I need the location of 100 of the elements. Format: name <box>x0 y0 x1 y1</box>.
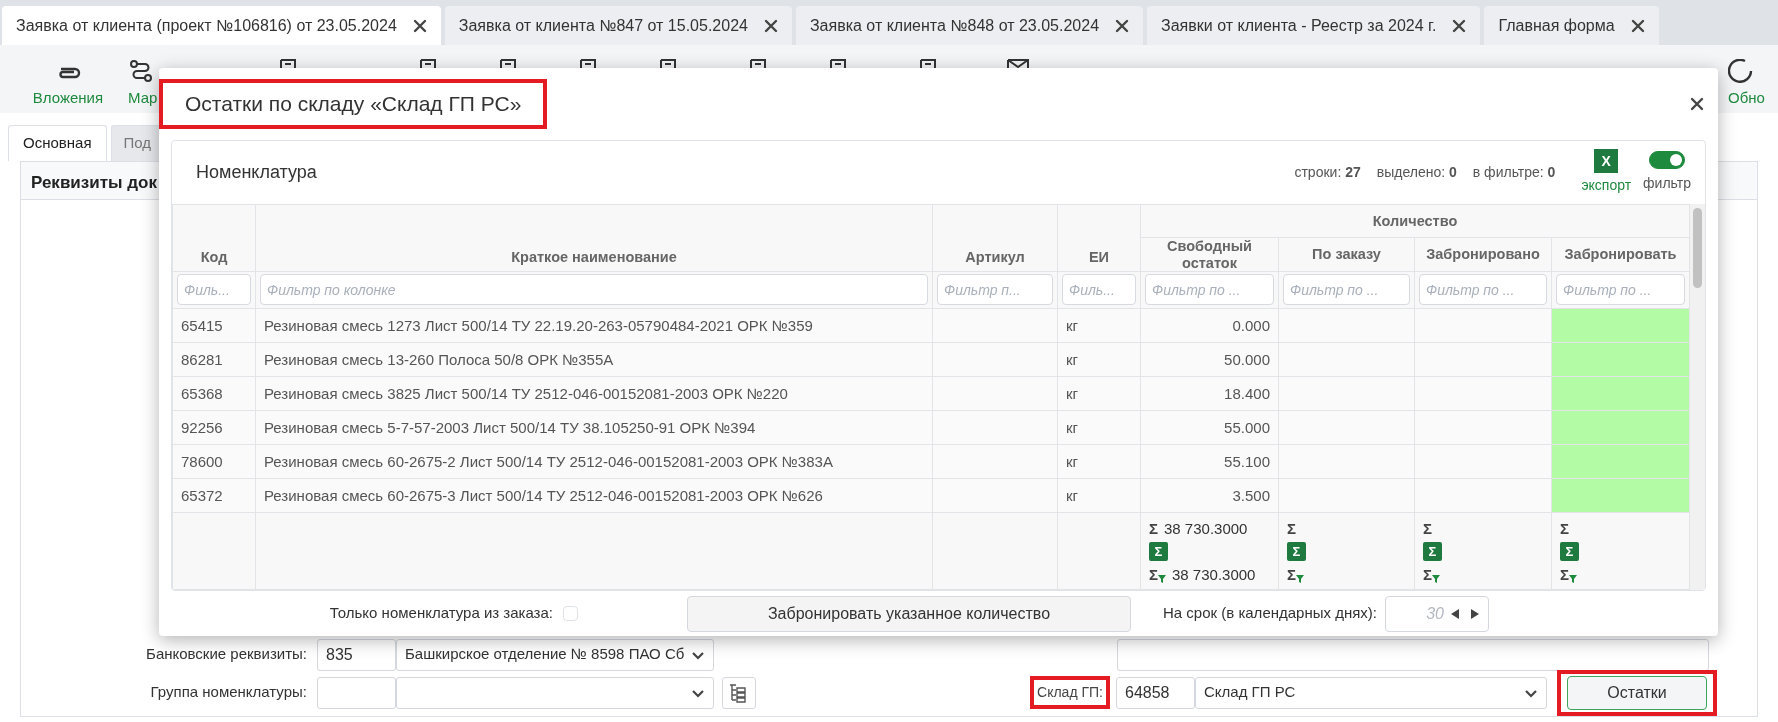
document-tab[interactable]: Заявка от клиента №848 от 23.05.2024 <box>795 6 1144 45</box>
close-icon[interactable] <box>1630 18 1645 33</box>
column-header: Артикул <box>932 204 1058 272</box>
filtered-sum-sign: Σ <box>1560 564 1569 585</box>
table-cell: Резиновая смесь 1273 Лист 500/14 ТУ 22.19.20-263-05790484-2021 ОРК №359 <box>255 308 933 343</box>
scrollbar-thumb[interactable] <box>1693 208 1702 288</box>
table-cell: 50.000 <box>1140 342 1279 377</box>
table-cell: кг <box>1057 410 1141 445</box>
document-icon <box>577 59 599 71</box>
toolbar-button[interactable]: Мар <box>128 53 158 110</box>
dialog-title: Остатки по складу «Склад ГП РС» <box>184 91 523 118</box>
sum-button[interactable]: Σ <box>1149 542 1168 562</box>
document-icon <box>417 59 439 71</box>
row-counter: строки: 27 <box>1294 163 1361 182</box>
chevron-icon <box>1524 687 1538 698</box>
filter-toggle[interactable] <box>1649 151 1686 169</box>
filter-icon <box>1158 574 1166 583</box>
field-label: Банковские реквизиты: <box>145 644 308 665</box>
code-field[interactable]: 64858 <box>1116 676 1195 709</box>
document-tab[interactable]: Главная форма <box>1484 6 1659 45</box>
table-cell: кг <box>1057 308 1141 343</box>
route-icon <box>128 59 154 83</box>
field-label: Группа номенклатуры: <box>149 682 308 703</box>
envelope-icon <box>1007 59 1029 71</box>
table-cell: кг <box>1057 376 1141 411</box>
bank-select[interactable]: Башкирское отделение № 8598 ПАО Сб <box>396 638 714 671</box>
toggle-label: фильтр <box>1643 174 1691 193</box>
filtered-sum-sign: Σ <box>1423 564 1432 585</box>
document-tab[interactable]: Заявка от клиента №847 от 15.05.2024 <box>444 6 792 45</box>
toolbar-button[interactable]: Вложения <box>18 53 118 110</box>
document-tab[interactable]: Заявка от клиента (проект №106816) от 23.05.2024 <box>2 6 441 45</box>
table-cell: кг <box>1057 342 1141 377</box>
document-icon <box>497 59 519 71</box>
tree-icon <box>727 682 747 703</box>
code-field[interactable]: 835 <box>317 638 396 671</box>
filter-field[interactable]: Фильтр по ... <box>1283 274 1410 306</box>
sum-sign: Σ <box>1287 518 1296 539</box>
close-icon[interactable] <box>1690 97 1704 111</box>
filter-field[interactable]: Фильтр п... <box>937 274 1053 306</box>
days-field[interactable]: 30 <box>1385 595 1489 632</box>
table-cell: Резиновая смесь 5-7-57-2003 Лист 500/14 ТУ 38.105250-91 ОРК №394 <box>255 410 933 445</box>
table-cell: 0.000 <box>1140 308 1279 343</box>
table-cell: кг <box>1057 444 1141 479</box>
warehouse-select[interactable]: Склад ГП РС <box>1195 676 1547 709</box>
document-icon <box>917 59 939 71</box>
table-cell: 92256 <box>172 410 256 445</box>
row-counter: в фильтре: 0 <box>1472 163 1556 182</box>
field-label: Склад ГП: <box>1037 683 1103 702</box>
total-value: 38 730.3000 <box>1164 518 1248 539</box>
sum-button[interactable]: Σ <box>1287 542 1306 562</box>
row-counter: выделено: 0 <box>1376 163 1457 182</box>
tree-button[interactable] <box>722 676 756 709</box>
reserve-button[interactable]: Забронировать указанное количество <box>687 595 1131 632</box>
column-header: Свободный остаток <box>1140 237 1279 272</box>
filter-field[interactable]: Фильтр по ... <box>1145 274 1274 306</box>
form-tab[interactable]: Основная <box>8 125 107 161</box>
sum-sign: Σ <box>1560 518 1569 539</box>
refresh-icon <box>1728 59 1754 83</box>
filter-field[interactable]: Фильтр по колонке <box>260 274 928 306</box>
right-arrow-icon[interactable] <box>1471 608 1479 619</box>
document-icon <box>827 59 849 71</box>
code-field[interactable] <box>317 676 396 709</box>
filter-field[interactable]: Филь... <box>1062 274 1136 306</box>
left-arrow-icon[interactable] <box>1451 608 1459 619</box>
close-icon[interactable] <box>1115 18 1130 33</box>
table-cell: 86281 <box>172 342 256 377</box>
filter-icon <box>1296 574 1304 583</box>
close-icon[interactable] <box>1452 18 1467 33</box>
document-tab[interactable]: Заявки от клиента - Реестр за 2024 г. <box>1147 6 1481 45</box>
filter-field[interactable]: Филь... <box>177 274 251 306</box>
column-header: Забронировать <box>1551 237 1690 272</box>
filter-field[interactable]: Фильтр по ... <box>1556 274 1685 306</box>
column-header: Краткое наименование <box>255 204 933 272</box>
column-header: ЕИ <box>1057 204 1141 272</box>
table-cell: 65368 <box>172 376 256 411</box>
filter-icon <box>1569 574 1577 583</box>
sum-button[interactable]: Σ <box>1560 542 1579 562</box>
editable-cell[interactable] <box>1551 410 1690 445</box>
editable-cell[interactable] <box>1551 478 1690 513</box>
order-checkbox[interactable] <box>563 606 578 622</box>
table-cell: 65415 <box>172 308 256 343</box>
filtered-sum-sign: Σ <box>1149 564 1158 585</box>
text-field[interactable] <box>1117 638 1709 671</box>
close-icon[interactable] <box>763 18 778 33</box>
editable-cell[interactable] <box>1551 342 1690 377</box>
toolbar-button[interactable]: Обно <box>1728 53 1778 110</box>
editable-cell[interactable] <box>1551 376 1690 411</box>
stock-button[interactable]: Остатки <box>1567 675 1707 710</box>
editable-cell[interactable] <box>1551 308 1690 343</box>
table-cell: 3.500 <box>1140 478 1279 513</box>
table-cell: кг <box>1057 478 1141 513</box>
chevron-icon <box>691 649 705 660</box>
table-cell: 65372 <box>172 478 256 513</box>
filter-icon <box>1432 574 1440 583</box>
filter-field[interactable]: Фильтр по ... <box>1419 274 1547 306</box>
sum-button[interactable]: Σ <box>1423 542 1442 562</box>
close-icon[interactable] <box>412 18 427 33</box>
editable-cell[interactable] <box>1551 444 1690 479</box>
group-select[interactable] <box>396 676 714 709</box>
document-icon <box>747 59 769 71</box>
